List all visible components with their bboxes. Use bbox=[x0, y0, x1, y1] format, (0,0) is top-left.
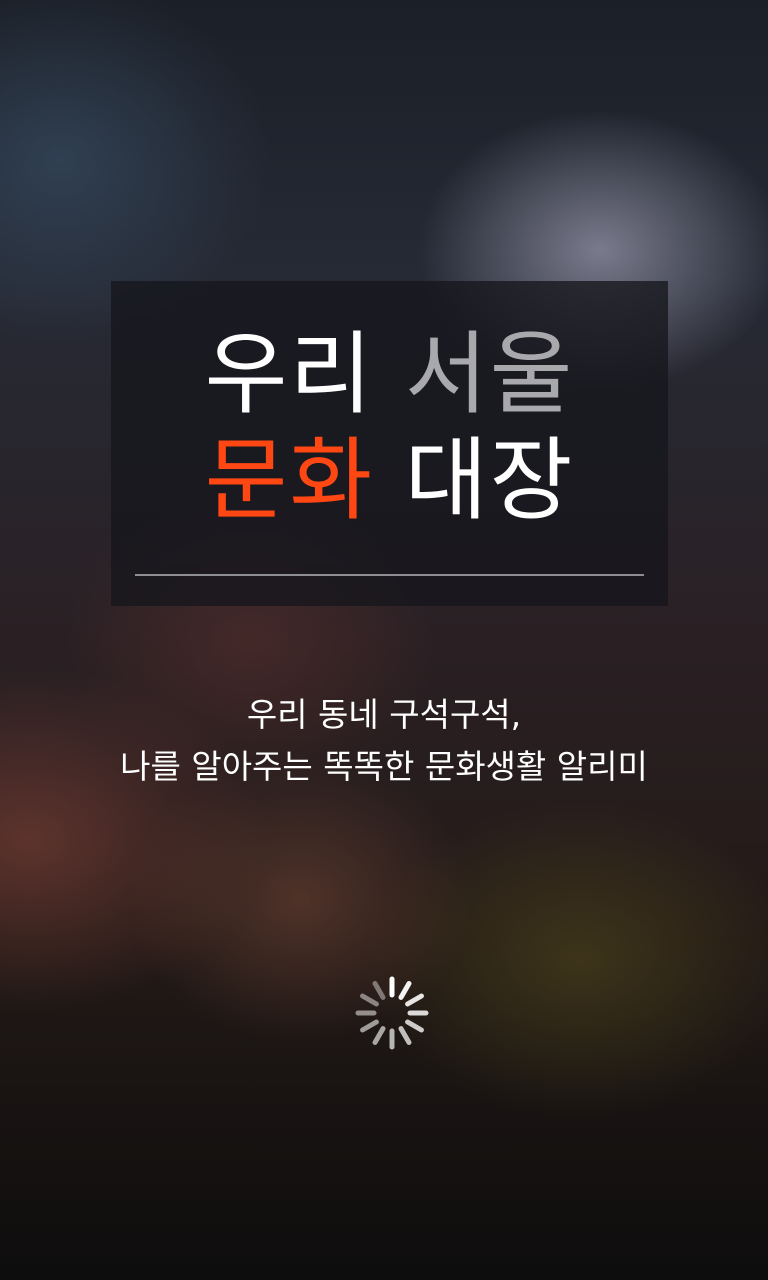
spinner-segment bbox=[360, 1019, 379, 1033]
tagline-line-2: 나를 알아주는 똑똑한 문화생활 알리미 bbox=[120, 747, 648, 786]
spinner-segment bbox=[405, 1019, 424, 1033]
spinner-segment bbox=[405, 993, 424, 1007]
title-divider bbox=[135, 574, 644, 576]
title-word-daejang: 대장 bbox=[404, 428, 575, 533]
spinner-segment bbox=[372, 981, 386, 1000]
title-card: 우리 서울 문화 대장 bbox=[111, 281, 668, 606]
spinner-icon bbox=[355, 976, 429, 1050]
spinner-segment bbox=[360, 993, 379, 1007]
title-word-uri: 우리 bbox=[204, 322, 375, 427]
spinner-segment bbox=[372, 1026, 386, 1045]
title-word-seoul: 서울 bbox=[404, 322, 575, 427]
app-title-line-1: 우리 서울 bbox=[111, 325, 668, 425]
tagline-line-1: 우리 동네 구석구석, bbox=[246, 695, 522, 734]
spinner-segment bbox=[398, 1026, 412, 1045]
splash-screen: 우리 서울 문화 대장 우리 동네 구석구석, 나를 알아주는 똑똑한 문화생활… bbox=[0, 0, 768, 1280]
spinner-segment bbox=[398, 981, 412, 1000]
title-word-munhwa: 문화 bbox=[204, 428, 375, 533]
app-title-line-2: 문화 대장 bbox=[111, 431, 668, 531]
